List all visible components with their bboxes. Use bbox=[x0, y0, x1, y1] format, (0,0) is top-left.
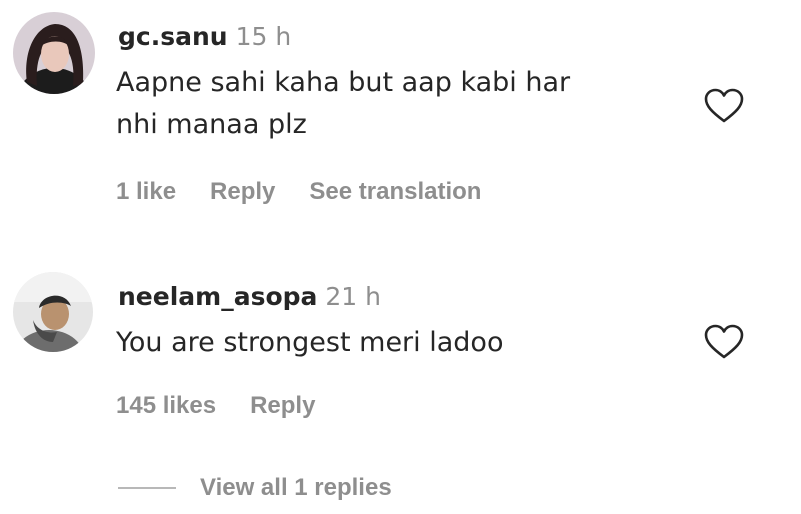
likes-count[interactable]: 1 like bbox=[116, 178, 176, 205]
heart-outline-icon bbox=[704, 88, 744, 123]
view-replies-button[interactable]: View all 1 replies bbox=[118, 474, 392, 502]
comment-header: gc.sanu 15 h bbox=[118, 22, 291, 51]
comment-actions: 145 likes Reply bbox=[116, 392, 349, 420]
timestamp[interactable]: 15 h bbox=[236, 22, 292, 51]
profile-photo-icon bbox=[13, 12, 95, 94]
comment-text: You are strongest meri ladoo bbox=[116, 322, 503, 364]
reply-button[interactable]: Reply bbox=[210, 178, 275, 205]
username-link[interactable]: neelam_asopa bbox=[118, 282, 317, 311]
heart-outline-icon bbox=[704, 324, 744, 359]
like-button[interactable] bbox=[704, 88, 744, 124]
comment-item: neelam_asopa 21 h You are strongest meri … bbox=[0, 230, 801, 440]
divider-line bbox=[118, 487, 176, 489]
comment-header: neelam_asopa 21 h bbox=[118, 282, 381, 311]
likes-count[interactable]: 145 likes bbox=[116, 392, 216, 419]
comment-actions: 1 like Reply See translation bbox=[116, 178, 515, 206]
profile-photo-icon bbox=[13, 272, 93, 352]
comment-text-line: Aapne sahi kaha but aap kabi har bbox=[116, 67, 571, 98]
avatar[interactable] bbox=[13, 272, 93, 352]
avatar[interactable] bbox=[13, 12, 95, 94]
see-translation-button[interactable]: See translation bbox=[309, 178, 481, 205]
comment-text-line: nhi manaa plz bbox=[116, 109, 307, 140]
comment-item: gc.sanu 15 h Aapne sahi kaha but aap kabi… bbox=[0, 0, 801, 230]
timestamp[interactable]: 21 h bbox=[325, 282, 381, 311]
reply-button[interactable]: Reply bbox=[250, 392, 315, 419]
like-button[interactable] bbox=[704, 324, 744, 360]
comment-text-line: You are strongest meri ladoo bbox=[116, 327, 504, 358]
comment-text: Aapne sahi kaha but aap kabi har nhi man… bbox=[116, 62, 570, 146]
view-replies-label[interactable]: View all 1 replies bbox=[200, 474, 392, 501]
username-link[interactable]: gc.sanu bbox=[118, 22, 228, 51]
